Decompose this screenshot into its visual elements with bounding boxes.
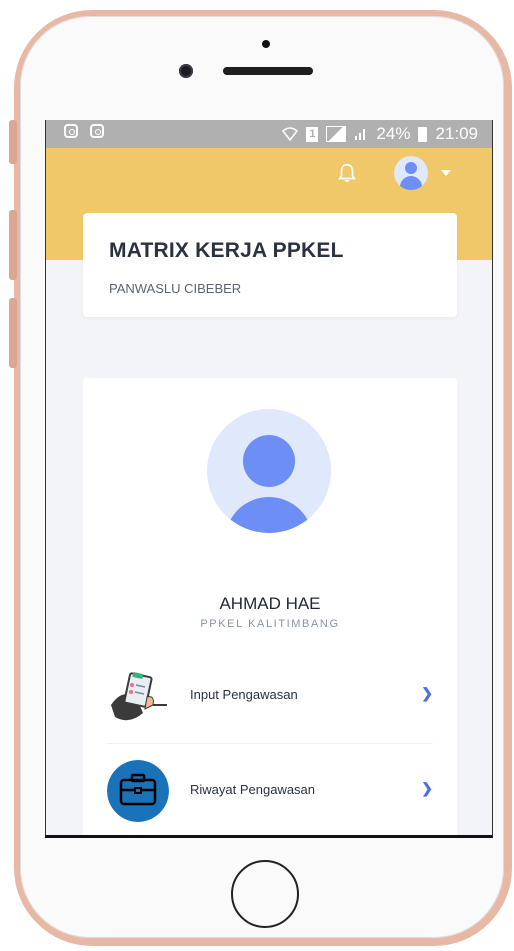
instagram-icon	[90, 124, 104, 138]
signal-bars-icon	[355, 129, 366, 140]
battery-percent: 24%	[376, 124, 411, 143]
signal-box-icon	[326, 126, 347, 142]
sim-icon: 1	[306, 126, 319, 142]
instagram-icon	[64, 124, 78, 138]
proximity-sensor	[262, 40, 270, 48]
profile-card: AHMAD HAE PPKEL KALITIMBANG Input Pengaw…	[83, 378, 457, 835]
clock: 21:09	[435, 124, 478, 143]
profile-role: PPKEL KALITIMBANG	[200, 618, 340, 630]
menu-input-pengawasan[interactable]: Input Pengawasan ❯	[107, 665, 433, 729]
user-avatar[interactable]	[394, 156, 428, 190]
chevron-down-icon[interactable]	[441, 170, 451, 176]
page-title: MATRIX KERJA PPKEL	[109, 239, 344, 262]
page-subtitle: PANWASLU CIBEBER	[109, 281, 242, 296]
bell-icon[interactable]	[336, 162, 358, 184]
menu-riwayat-pengawasan[interactable]: Riwayat Pengawasan ❯	[107, 760, 433, 824]
chevron-right-icon[interactable]: ❯	[421, 780, 433, 797]
chevron-right-icon[interactable]: ❯	[421, 685, 433, 702]
status-bar: 1 24% 21:09	[46, 120, 492, 148]
front-camera	[179, 64, 193, 78]
menu-label-riwayat: Riwayat Pengawasan	[190, 782, 316, 797]
menu-label-input: Input Pengawasan	[190, 687, 298, 702]
home-button[interactable]	[231, 860, 299, 928]
profile-name: AHMAD HAE	[219, 594, 321, 613]
clipboard-icon	[107, 665, 169, 727]
volume-up-button	[9, 210, 17, 280]
wifi-icon	[282, 127, 299, 142]
profile-avatar	[207, 409, 331, 533]
battery-icon	[418, 126, 428, 142]
earpiece-speaker	[223, 67, 313, 75]
mute-switch	[9, 120, 17, 164]
title-card: MATRIX KERJA PPKEL PANWASLU CIBEBER	[83, 213, 457, 317]
volume-down-button	[9, 298, 17, 368]
briefcase-icon	[107, 760, 169, 822]
menu-divider	[107, 743, 433, 744]
app-screen: 1 24% 21:09 MATRIX KERJA PPKEL PANWASLU …	[45, 120, 493, 838]
